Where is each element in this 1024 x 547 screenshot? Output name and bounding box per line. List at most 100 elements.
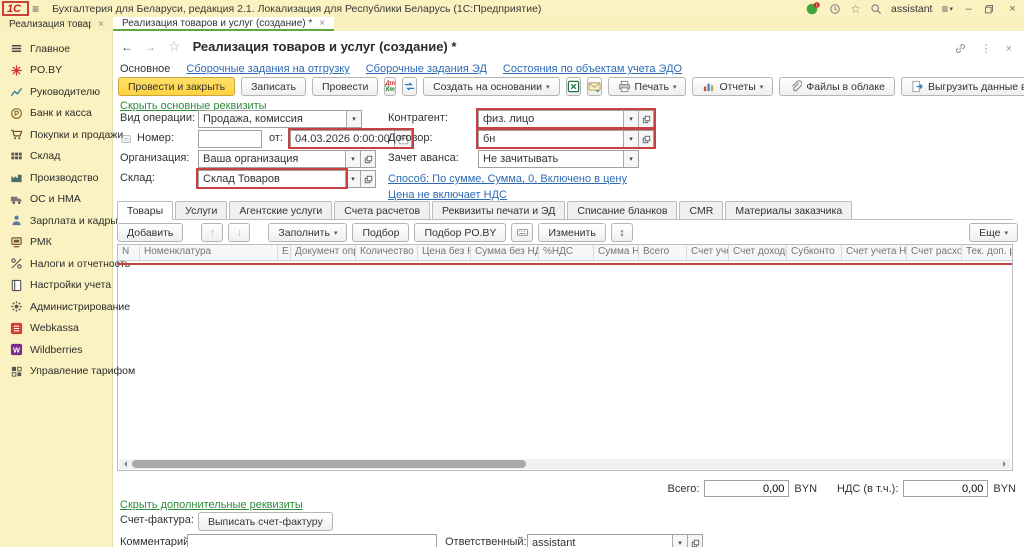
column-header[interactable]: Счет доходов: [729, 245, 787, 260]
favorites-icon[interactable]: ☆: [850, 3, 861, 15]
tab-goods[interactable]: Товары: [117, 201, 174, 220]
column-header[interactable]: Всего: [639, 245, 687, 260]
column-header[interactable]: %НДС: [539, 245, 594, 260]
sidebar-item-webkassa[interactable]: Webkassa: [0, 318, 112, 340]
add-row-button[interactable]: Добавить: [117, 223, 184, 242]
pick-poby-button[interactable]: Подбор PO.BY: [414, 223, 507, 242]
minimize-button[interactable]: –: [962, 3, 975, 15]
sidebar-item-taxes[interactable]: Налоги и отчетность: [0, 253, 130, 275]
restore-button[interactable]: [984, 4, 997, 14]
hide-additional-requisites-link[interactable]: Скрыть дополнительные реквизиты: [120, 499, 303, 511]
column-header[interactable]: Счет учета: [687, 245, 729, 260]
edit-button[interactable]: Изменить: [538, 223, 606, 242]
dropdown-icon[interactable]: ▾: [623, 151, 638, 167]
export-to-file-button[interactable]: Выгрузить данные в файл: [900, 77, 1024, 96]
column-header[interactable]: Сумма НДС: [594, 245, 639, 260]
column-header[interactable]: Счет учета НДС ...: [842, 245, 907, 260]
get-link-icon[interactable]: [954, 42, 967, 55]
excel-export-button[interactable]: [565, 77, 581, 96]
current-user[interactable]: assistant: [891, 3, 932, 15]
column-header[interactable]: Номенклатура: [140, 245, 278, 260]
dropdown-icon[interactable]: ▾: [623, 131, 638, 147]
move-down-button[interactable]: ↓: [228, 223, 251, 242]
save-button[interactable]: Записать: [241, 77, 306, 96]
nav-assembly-ed[interactable]: Сборочные задания ЭД: [366, 63, 487, 75]
column-header[interactable]: Е: [278, 245, 291, 260]
sidebar-item-wildberries[interactable]: W Wildberries: [0, 339, 112, 361]
scroll-left-icon[interactable]: [121, 461, 127, 467]
sidebar-item-fixed-assets[interactable]: ОС и НМА: [0, 189, 112, 211]
horizontal-scrollbar[interactable]: [119, 459, 1011, 469]
open-link-icon[interactable]: [360, 151, 375, 167]
nav-main[interactable]: Основное: [120, 63, 170, 75]
send-email-button[interactable]: [586, 77, 602, 96]
sidebar-item-main[interactable]: Главное: [0, 38, 112, 60]
open-link-icon[interactable]: [638, 111, 653, 127]
sidebar-item-administration[interactable]: Администрирование: [0, 296, 130, 318]
responsible-field[interactable]: assistant ▾: [527, 534, 703, 547]
dt-kt-button[interactable]: Дт Кт: [384, 77, 397, 96]
sidebar-item-manager[interactable]: Руководителю: [0, 81, 112, 103]
row-height-button[interactable]: ↕: [610, 223, 633, 242]
scroll-right-icon[interactable]: [1003, 461, 1009, 467]
number-field[interactable]: [198, 130, 262, 148]
open-link-icon[interactable]: [638, 131, 653, 147]
tab-blank-writeoff[interactable]: Списание бланков: [567, 201, 678, 219]
contract-field[interactable]: бн ▾: [478, 130, 654, 148]
issue-invoice-button[interactable]: Выписать счет-фактуру: [198, 512, 333, 531]
dropdown-icon[interactable]: ▾: [623, 111, 638, 127]
tab-cmr[interactable]: CMR: [679, 201, 724, 219]
column-header[interactable]: Тек. доп. р: [962, 245, 1012, 260]
nav-edo-states[interactable]: Состояния по объектам учета ЭДО: [503, 63, 682, 75]
table-body-empty[interactable]: [118, 261, 1012, 451]
number-input[interactable]: [199, 131, 261, 147]
tab-print-requisites[interactable]: Реквизиты печати и ЭД: [432, 201, 566, 219]
discussions-icon[interactable]: 1: [806, 2, 820, 15]
service-menu-icon[interactable]: ≡ ▾: [941, 2, 953, 16]
nav-assembly-shipment[interactable]: Сборочные задания на отгрузку: [186, 63, 349, 75]
tab-close-icon[interactable]: ×: [319, 18, 325, 29]
column-header[interactable]: Цена без НДС: [418, 245, 471, 260]
sidebar-item-salary-hr[interactable]: Зарплата и кадры: [0, 210, 118, 232]
column-header[interactable]: Субконто: [787, 245, 842, 260]
close-window-button[interactable]: ×: [1006, 3, 1019, 15]
sidebar-item-accounting-settings[interactable]: Настройки учета: [0, 275, 112, 297]
sidebar-item-production[interactable]: Производство: [0, 167, 112, 189]
operation-type-field[interactable]: Продажа, комиссия ▾: [198, 110, 362, 128]
open-link-icon[interactable]: [687, 535, 702, 547]
counterparty-field[interactable]: физ. лицо ▾: [478, 110, 654, 128]
tab-settlement-accounts[interactable]: Счета расчетов: [334, 201, 431, 219]
back-button[interactable]: ←: [118, 39, 136, 55]
column-header[interactable]: Сумма без НДС: [471, 245, 539, 260]
vat-input[interactable]: [903, 480, 989, 497]
sidebar-item-bank-cash[interactable]: Банк и касса: [0, 103, 112, 125]
favorite-star-icon[interactable]: ☆: [168, 38, 181, 55]
organization-field[interactable]: Ваша организация ▾: [198, 150, 376, 168]
tab-agent-services[interactable]: Агентские услуги: [229, 201, 333, 219]
move-up-button[interactable]: ↑: [201, 223, 224, 242]
tab-customer-materials[interactable]: Материалы заказчика: [725, 201, 853, 219]
forward-button[interactable]: →: [141, 39, 159, 55]
document-structure-button[interactable]: [402, 77, 418, 96]
sidebar-item-purchases-sales[interactable]: Покупки и продажи: [0, 124, 123, 146]
sidebar-item-rmk[interactable]: РМК: [0, 232, 112, 254]
open-link-icon[interactable]: [360, 171, 375, 187]
column-header[interactable]: Количество: [356, 245, 418, 260]
tab-close-icon[interactable]: ×: [98, 19, 104, 30]
sidebar-item-warehouse[interactable]: Склад: [0, 146, 112, 168]
column-header[interactable]: Счет расходов: [907, 245, 962, 260]
sidebar-item-tariff[interactable]: Управление тарифом: [0, 361, 135, 383]
reports-button[interactable]: Отчеты ▾: [692, 77, 774, 96]
print-button[interactable]: Печать ▾: [607, 77, 687, 96]
main-menu-icon[interactable]: ≡: [32, 3, 39, 15]
close-form-icon[interactable]: ×: [1006, 43, 1012, 55]
advance-field[interactable]: Не зачитывать ▾: [478, 150, 639, 168]
sidebar-item-poby[interactable]: PO.BY: [0, 60, 112, 82]
table-more-button[interactable]: Еще ▾: [969, 223, 1018, 242]
cloud-files-button[interactable]: Файлы в облаке: [779, 77, 895, 96]
vat-method-link[interactable]: Способ: По сумме, Сумма, 0, Включено в ц…: [388, 173, 627, 185]
price-vat-link[interactable]: Цена не включает НДС: [388, 189, 507, 201]
comment-field[interactable]: [187, 534, 437, 547]
search-icon[interactable]: [870, 3, 882, 15]
post-and-close-button[interactable]: Провести и закрыть: [118, 77, 236, 96]
